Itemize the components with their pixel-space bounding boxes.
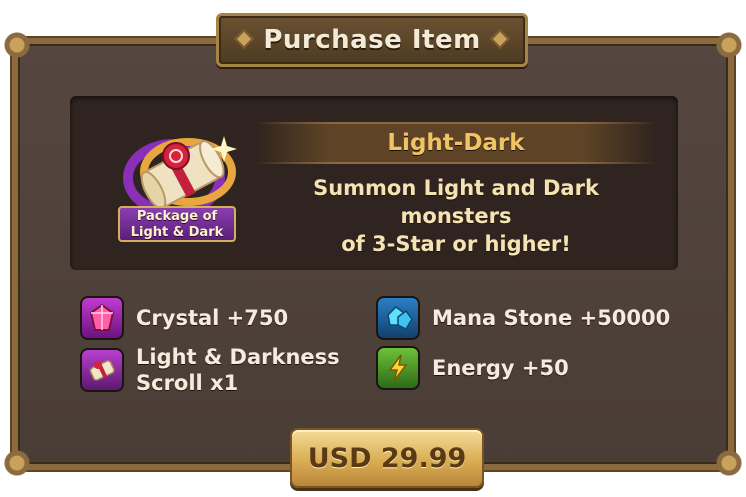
mana-stone-icon (376, 296, 420, 340)
reward-label-line1: Light & Darkness (136, 345, 340, 369)
item-description-line2: of 3-Star or higher! (341, 232, 571, 256)
corner-ornament-bottom-left (2, 448, 32, 478)
package-label-line1: Package of (136, 209, 218, 224)
purchase-price-button[interactable]: USD 29.99 (290, 428, 484, 488)
reward-light-darkness-scroll: Light & Darkness Scroll x1 (80, 344, 340, 396)
reward-label: Mana Stone +50000 (432, 306, 671, 330)
reward-label-line2: Scroll x1 (136, 371, 239, 395)
price-label: USD 29.99 (307, 442, 467, 474)
diamond-stud-icon (234, 29, 254, 49)
crystal-icon (80, 296, 124, 340)
dialog-title: Purchase Item (263, 25, 481, 55)
reward-label: Energy +50 (432, 356, 569, 380)
package-label-line2: Light & Dark (130, 225, 224, 240)
corner-ornament-top-left (2, 30, 32, 60)
item-description: Summon Light and Dark monsters of 3-Star… (256, 174, 656, 258)
package-label: Package of Light & Dark (118, 206, 236, 242)
reward-label: Light & Darkness Scroll x1 (136, 344, 340, 396)
reward-label: Crystal +750 (136, 306, 289, 330)
item-name: Light-Dark (387, 130, 525, 156)
corner-ornament-top-right (714, 30, 744, 60)
title-plate: Purchase Item (216, 13, 528, 67)
reward-mana-stone: Mana Stone +50000 (376, 296, 670, 340)
reward-energy: Energy +50 (376, 346, 569, 390)
light-darkness-scroll-icon (80, 348, 124, 392)
reward-crystal: Crystal +750 (80, 296, 288, 340)
corner-ornament-bottom-right (714, 448, 744, 478)
item-name-band: Light-Dark (256, 122, 656, 164)
diamond-stud-icon (490, 29, 510, 49)
item-description-line1: Summon Light and Dark monsters (313, 176, 599, 228)
energy-icon (376, 346, 420, 390)
